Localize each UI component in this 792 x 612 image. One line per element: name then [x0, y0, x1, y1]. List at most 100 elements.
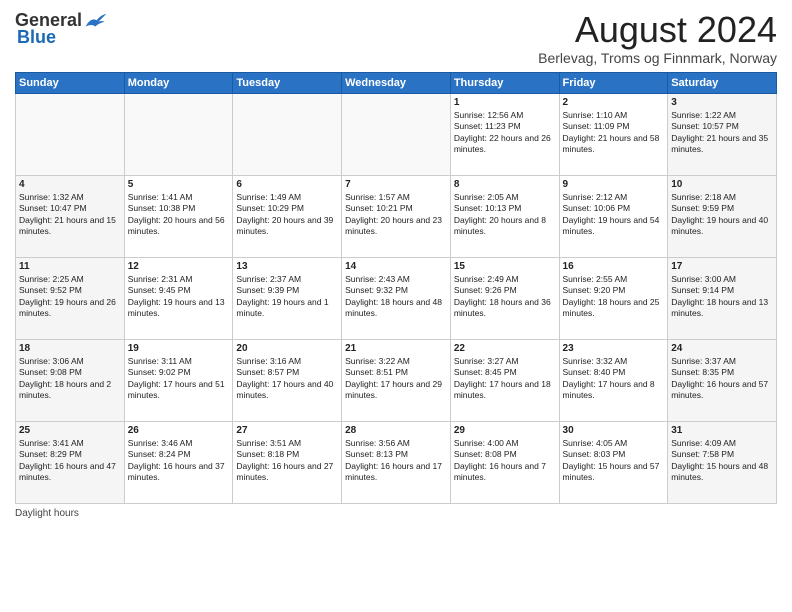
calendar-cell: 2Sunrise: 1:10 AMSunset: 11:09 PMDayligh… [559, 93, 668, 175]
footer: Daylight hours [15, 508, 777, 519]
day-number: 21 [345, 343, 447, 354]
day-number: 1 [454, 97, 556, 108]
logo: General Blue [15, 10, 108, 48]
week-row-5: 25 Sunrise: 3:41 AMSunset: 8:29 PMDayligh… [16, 421, 777, 503]
calendar-cell: 19Sunrise: 3:11 AMSunset: 9:02 PMDayligh… [124, 339, 233, 421]
cell-text: Sunrise: 2:12 AMSunset: 10:06 PMDaylight… [563, 192, 665, 238]
cell-text: Sunrise: 12:56 AMSunset: 11:23 PMDayligh… [454, 110, 556, 156]
day-number: 6 [236, 179, 338, 190]
col-header-monday: Monday [124, 72, 233, 93]
calendar-cell: 29 Sunrise: 4:00 AMSunset: 8:08 PMDayligh… [450, 421, 559, 503]
week-row-4: 18 Sunrise: 3:06 AMSunset: 9:08 PMDayligh… [16, 339, 777, 421]
calendar-cell [342, 93, 451, 175]
cell-text: Sunrise: 2:37 AMSunset: 9:39 PMDaylight:… [236, 274, 338, 320]
calendar-cell: 28 Sunrise: 3:56 AMSunset: 8:13 PMDayligh… [342, 421, 451, 503]
cell-text: Sunrise: 1:57 AMSunset: 10:21 PMDaylight… [345, 192, 447, 238]
week-row-3: 11Sunrise: 2:25 AMSunset: 9:52 PMDayligh… [16, 257, 777, 339]
calendar-cell [124, 93, 233, 175]
cell-text: Sunrise: 2:05 AMSunset: 10:13 PMDaylight… [454, 192, 556, 238]
calendar-cell: 7 Sunrise: 1:57 AMSunset: 10:21 PMDayligh… [342, 175, 451, 257]
cell-text: Sunrise: 3:27 AMSunset: 8:45 PMDaylight:… [454, 356, 556, 402]
calendar-cell: 1 Sunrise: 12:56 AMSunset: 11:23 PMDaylig… [450, 93, 559, 175]
cell-text: Sunrise: 4:05 AMSunset: 8:03 PMDaylight:… [563, 438, 665, 484]
calendar-cell: 5 Sunrise: 1:41 AMSunset: 10:38 PMDayligh… [124, 175, 233, 257]
footer-text: Daylight hours [15, 508, 79, 519]
calendar-cell: 15Sunrise: 2:49 AMSunset: 9:26 PMDayligh… [450, 257, 559, 339]
main-title: August 2024 [538, 10, 777, 50]
day-number: 2 [563, 97, 665, 108]
day-number: 27 [236, 425, 338, 436]
calendar-cell: 9 Sunrise: 2:12 AMSunset: 10:06 PMDayligh… [559, 175, 668, 257]
day-number: 16 [563, 261, 665, 272]
calendar-cell: 14Sunrise: 2:43 AMSunset: 9:32 PMDayligh… [342, 257, 451, 339]
cell-text: Sunrise: 3:51 AMSunset: 8:18 PMDaylight:… [236, 438, 338, 484]
cell-text: Sunrise: 2:25 AMSunset: 9:52 PMDaylight:… [19, 274, 121, 320]
calendar-cell: 24Sunrise: 3:37 AMSunset: 8:35 PMDayligh… [668, 339, 777, 421]
calendar-cell: 22 Sunrise: 3:27 AMSunset: 8:45 PMDayligh… [450, 339, 559, 421]
day-number: 19 [128, 343, 230, 354]
day-number: 25 [19, 425, 121, 436]
day-number: 15 [454, 261, 556, 272]
title-block: August 2024 Berlevag, Troms og Finnmark,… [538, 10, 777, 66]
calendar-cell: 4 Sunrise: 1:32 AMSunset: 10:47 PMDayligh… [16, 175, 125, 257]
page: General Blue August 2024 Berlevag, Troms… [0, 0, 792, 612]
day-number: 26 [128, 425, 230, 436]
cell-text: Sunrise: 1:49 AMSunset: 10:29 PMDaylight… [236, 192, 338, 238]
cell-text: Sunrise: 3:32 AMSunset: 8:40 PMDaylight:… [563, 356, 665, 402]
col-header-sunday: Sunday [16, 72, 125, 93]
calendar-cell: 17 Sunrise: 3:00 AMSunset: 9:14 PMDayligh… [668, 257, 777, 339]
cell-text: Sunrise: 2:31 AMSunset: 9:45 PMDaylight:… [128, 274, 230, 320]
day-number: 17 [671, 261, 773, 272]
calendar-cell: 20 Sunrise: 3:16 AMSunset: 8:57 PMDayligh… [233, 339, 342, 421]
subtitle: Berlevag, Troms og Finnmark, Norway [538, 50, 777, 66]
cell-text: Sunrise: 1:41 AMSunset: 10:38 PMDaylight… [128, 192, 230, 238]
calendar-cell: 6 Sunrise: 1:49 AMSunset: 10:29 PMDayligh… [233, 175, 342, 257]
day-number: 9 [563, 179, 665, 190]
day-number: 3 [671, 97, 773, 108]
cell-text: Sunrise: 3:06 AMSunset: 9:08 PMDaylight:… [19, 356, 121, 402]
cell-text: Sunrise: 2:43 AMSunset: 9:32 PMDaylight:… [345, 274, 447, 320]
calendar: SundayMondayTuesdayWednesdayThursdayFrid… [15, 72, 777, 504]
calendar-cell: 21 Sunrise: 3:22 AMSunset: 8:51 PMDayligh… [342, 339, 451, 421]
cell-text: Sunrise: 3:16 AMSunset: 8:57 PMDaylight:… [236, 356, 338, 402]
cell-text: Sunrise: 2:18 AMSunset: 9:59 PMDaylight:… [671, 192, 773, 238]
day-number: 4 [19, 179, 121, 190]
calendar-cell: 27 Sunrise: 3:51 AMSunset: 8:18 PMDayligh… [233, 421, 342, 503]
calendar-cell: 13 Sunrise: 2:37 AMSunset: 9:39 PMDayligh… [233, 257, 342, 339]
day-number: 12 [128, 261, 230, 272]
calendar-cell: 25 Sunrise: 3:41 AMSunset: 8:29 PMDayligh… [16, 421, 125, 503]
calendar-cell: 30Sunrise: 4:05 AMSunset: 8:03 PMDayligh… [559, 421, 668, 503]
day-number: 18 [19, 343, 121, 354]
day-number: 28 [345, 425, 447, 436]
header: General Blue August 2024 Berlevag, Troms… [15, 10, 777, 66]
calendar-cell: 8 Sunrise: 2:05 AMSunset: 10:13 PMDayligh… [450, 175, 559, 257]
calendar-cell: 12 Sunrise: 2:31 AMSunset: 9:45 PMDayligh… [124, 257, 233, 339]
cell-text: Sunrise: 3:22 AMSunset: 8:51 PMDaylight:… [345, 356, 447, 402]
cell-text: Sunrise: 4:00 AMSunset: 8:08 PMDaylight:… [454, 438, 556, 484]
cell-text: Sunrise: 3:41 AMSunset: 8:29 PMDaylight:… [19, 438, 121, 484]
cell-text: Sunrise: 3:00 AMSunset: 9:14 PMDaylight:… [671, 274, 773, 320]
col-header-friday: Friday [559, 72, 668, 93]
week-row-2: 4 Sunrise: 1:32 AMSunset: 10:47 PMDayligh… [16, 175, 777, 257]
cell-text: Sunrise: 3:37 AMSunset: 8:35 PMDaylight:… [671, 356, 773, 402]
calendar-cell: 31 Sunrise: 4:09 AMSunset: 7:58 PMDayligh… [668, 421, 777, 503]
col-header-tuesday: Tuesday [233, 72, 342, 93]
cell-text: Sunrise: 3:46 AMSunset: 8:24 PMDaylight:… [128, 438, 230, 484]
day-number: 10 [671, 179, 773, 190]
day-number: 7 [345, 179, 447, 190]
cell-text: Sunrise: 1:22 AMSunset: 10:57 PMDaylight… [671, 110, 773, 156]
day-number: 31 [671, 425, 773, 436]
calendar-cell: 11Sunrise: 2:25 AMSunset: 9:52 PMDayligh… [16, 257, 125, 339]
cell-text: Sunrise: 1:32 AMSunset: 10:47 PMDaylight… [19, 192, 121, 238]
cell-text: Sunrise: 3:56 AMSunset: 8:13 PMDaylight:… [345, 438, 447, 484]
day-number: 22 [454, 343, 556, 354]
cell-text: Sunrise: 4:09 AMSunset: 7:58 PMDaylight:… [671, 438, 773, 484]
day-number: 29 [454, 425, 556, 436]
day-number: 23 [563, 343, 665, 354]
calendar-cell: 10 Sunrise: 2:18 AMSunset: 9:59 PMDayligh… [668, 175, 777, 257]
day-number: 20 [236, 343, 338, 354]
day-number: 5 [128, 179, 230, 190]
calendar-cell [233, 93, 342, 175]
day-number: 13 [236, 261, 338, 272]
day-number: 8 [454, 179, 556, 190]
